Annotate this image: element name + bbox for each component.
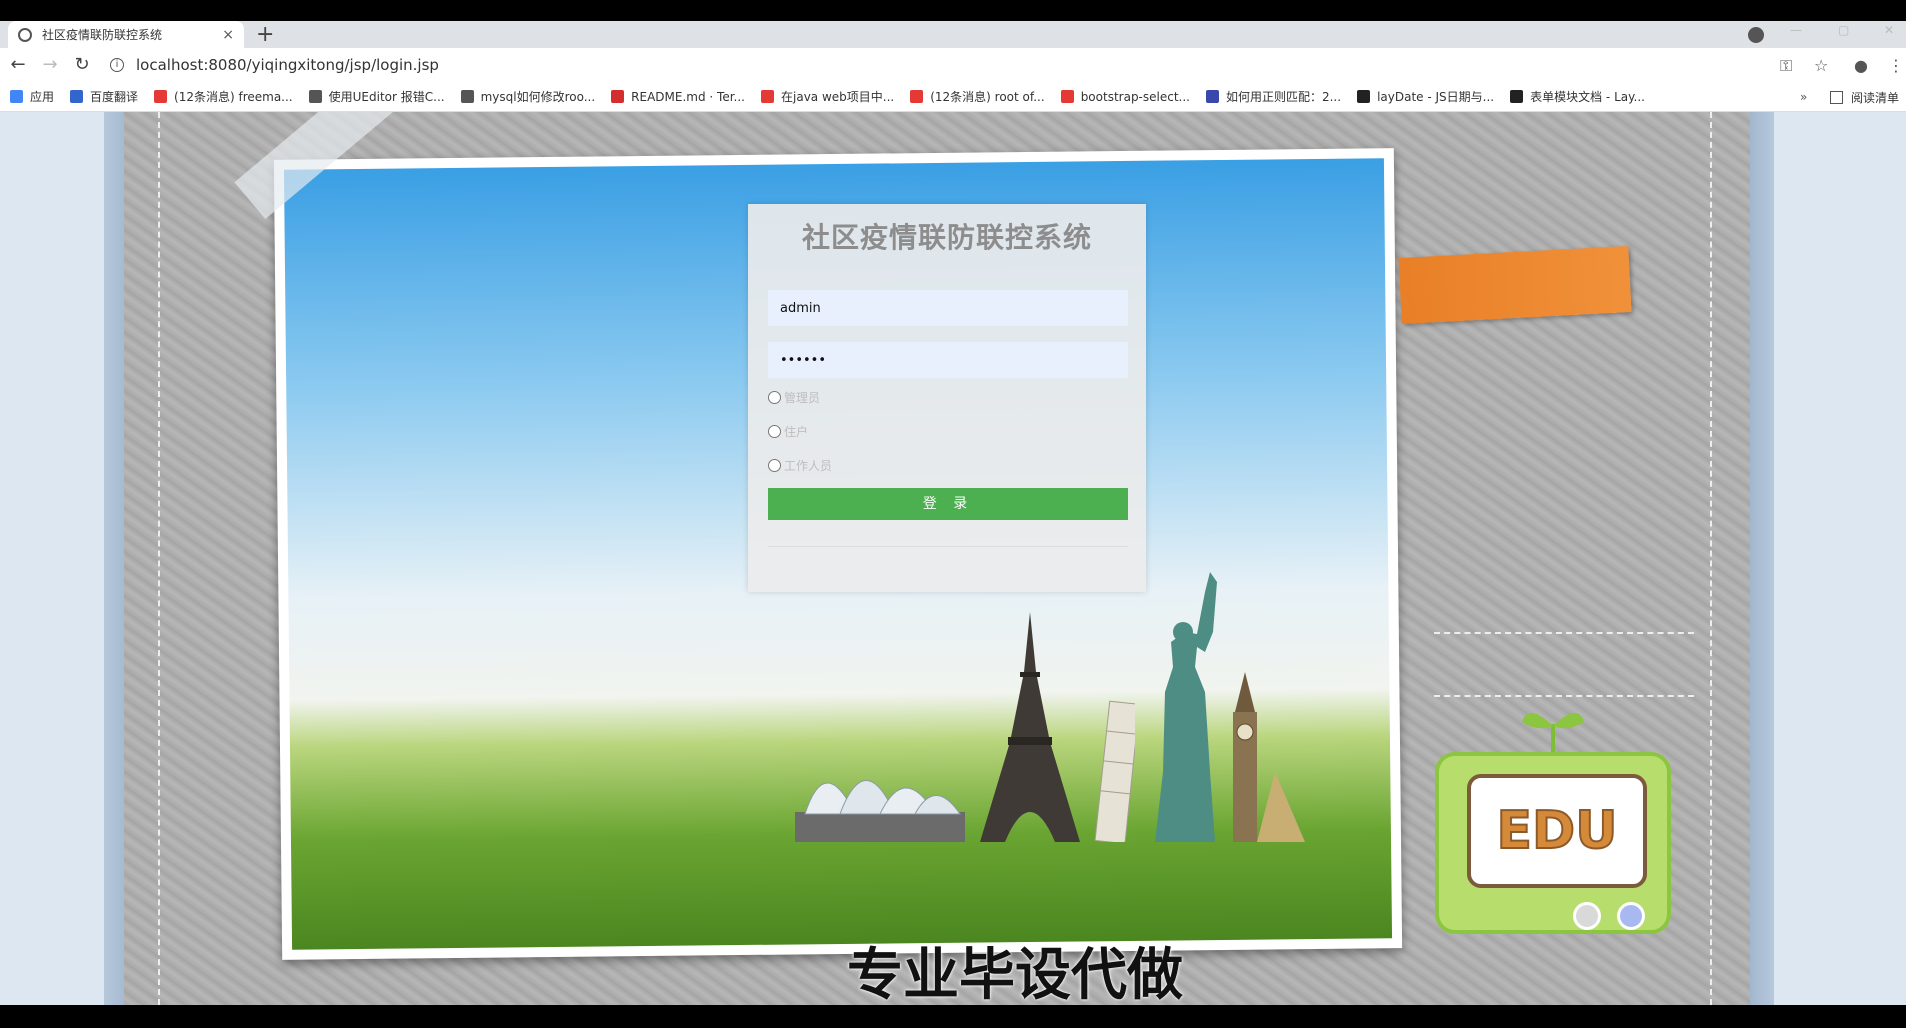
dashed-line bbox=[1434, 695, 1694, 697]
back-icon[interactable]: ← bbox=[6, 53, 30, 77]
landmarks-illustration bbox=[795, 572, 1345, 872]
bookmark-item[interactable]: 表单模块文档 - Lay... bbox=[1510, 88, 1645, 105]
apps-grid-icon bbox=[10, 90, 23, 103]
edu-logo: EDU bbox=[1467, 774, 1647, 888]
new-tab-button[interactable]: + bbox=[256, 21, 274, 48]
sprout-icon bbox=[1522, 712, 1584, 752]
menu-icon[interactable]: ⋮ bbox=[1888, 56, 1904, 75]
browser-toolbar: ← → ↻ i localhost:8080/yiqingxitong/jsp/… bbox=[0, 48, 1906, 82]
bookmark-label: 使用UEditor 报错C... bbox=[328, 90, 445, 104]
bookmark-label: 百度翻译 bbox=[90, 90, 139, 104]
bookmark-label: 应用 bbox=[30, 90, 55, 104]
pisa-tower-icon bbox=[1094, 700, 1135, 842]
dashed-line bbox=[1434, 632, 1694, 634]
role-label: 住户 bbox=[784, 425, 809, 439]
screen-top-bar bbox=[0, 0, 1906, 21]
bookmark-label: 如何用正则匹配：2... bbox=[1225, 90, 1342, 104]
reload-icon[interactable]: ↻ bbox=[70, 53, 94, 77]
more-bookmarks-icon[interactable]: » bbox=[1800, 90, 1807, 104]
bookmark-item[interactable]: (12条消息) root of... bbox=[910, 88, 1045, 105]
bookmark-label: mysql如何修改roo... bbox=[480, 90, 596, 104]
stitch-line bbox=[158, 112, 160, 1005]
bookmark-label: (12条消息) freema... bbox=[174, 90, 293, 104]
bookmark-item[interactable]: README.md · Ter... bbox=[611, 90, 745, 104]
reading-list-button[interactable]: 阅读清单 bbox=[1830, 89, 1899, 106]
edu-tv-illustration: EDU bbox=[1435, 752, 1671, 934]
login-button[interactable]: 登 录 bbox=[768, 488, 1128, 520]
bookmark-label: 表单模块文档 - Lay... bbox=[1530, 90, 1645, 104]
bookmark-favicon-icon bbox=[910, 90, 924, 103]
address-bar[interactable]: i localhost:8080/yiqingxitong/jsp/login.… bbox=[110, 51, 1760, 79]
bookmark-label: (12条消息) root of... bbox=[930, 90, 1045, 104]
bookmark-favicon-icon bbox=[1357, 90, 1371, 103]
radio-icon[interactable] bbox=[768, 425, 781, 438]
bookmark-item[interactable]: mysql如何修改roo... bbox=[460, 88, 596, 105]
globe-icon bbox=[18, 27, 32, 42]
reading-list-icon bbox=[1830, 91, 1843, 104]
role-radio-admin[interactable]: 管理员 bbox=[768, 389, 820, 406]
role-radio-resident[interactable]: 住户 bbox=[768, 423, 808, 440]
bookmark-favicon-icon bbox=[70, 90, 84, 103]
tv-knob-icon bbox=[1617, 902, 1645, 930]
frame-right bbox=[1750, 112, 1774, 1005]
role-radio-staff[interactable]: 工作人员 bbox=[768, 457, 832, 474]
password-input[interactable] bbox=[768, 342, 1128, 378]
bookmark-label: bootstrap-select... bbox=[1080, 89, 1190, 104]
login-card: 社区疫情联防联控系统 管理员 住户 工作人员 登 录 bbox=[748, 204, 1146, 592]
role-label: 工作人员 bbox=[784, 459, 833, 473]
bookmark-favicon-icon bbox=[1205, 90, 1219, 103]
stitch-line bbox=[1710, 112, 1712, 1005]
radio-icon[interactable] bbox=[768, 459, 781, 472]
eiffel-tower-icon bbox=[980, 612, 1080, 842]
bookmark-favicon-icon bbox=[308, 90, 322, 103]
bookmarks-bar: 应用 百度翻译 (12条消息) freema... 使用UEditor 报错C... m… bbox=[0, 82, 1906, 112]
bookmark-favicon-icon bbox=[1060, 90, 1074, 103]
minimize-icon[interactable]: — bbox=[1790, 23, 1802, 37]
tab-close-button[interactable]: × bbox=[222, 27, 234, 43]
radio-icon[interactable] bbox=[768, 391, 781, 404]
opera-house-icon bbox=[795, 780, 965, 842]
maximize-icon[interactable]: ▢ bbox=[1838, 23, 1849, 37]
forward-icon[interactable]: → bbox=[38, 53, 62, 77]
bookmark-label: 在java web项目中... bbox=[781, 90, 895, 104]
key-icon[interactable]: ⚿ bbox=[1780, 56, 1792, 76]
bookmark-item[interactable]: 如何用正则匹配：2... bbox=[1205, 88, 1342, 105]
bookmark-item[interactable]: 在java web项目中... bbox=[761, 88, 894, 105]
star-icon[interactable]: ☆ bbox=[1814, 56, 1828, 75]
bookmark-favicon-icon bbox=[154, 90, 168, 103]
bookmark-favicon-icon bbox=[460, 90, 474, 103]
login-title: 社区疫情联防联控系统 bbox=[801, 221, 1092, 254]
profile-icon[interactable] bbox=[1748, 27, 1764, 43]
orange-tag-decoration bbox=[1398, 246, 1632, 324]
close-window-icon[interactable]: ✕ bbox=[1884, 23, 1894, 37]
bookmark-item[interactable]: bootstrap-select... bbox=[1060, 89, 1190, 104]
page-viewport: EDU 社区疫情联防联控系统 管理员 住户 工作人员 登 录 专业毕设代做 bbox=[0, 112, 1906, 1005]
bookmark-item[interactable]: (12条消息) freema... bbox=[154, 88, 293, 105]
divider bbox=[768, 546, 1128, 547]
tv-knob-icon bbox=[1573, 902, 1601, 930]
username-input[interactable] bbox=[768, 290, 1128, 326]
bookmark-favicon-icon bbox=[1510, 90, 1524, 103]
bookmark-item[interactable]: 应用 bbox=[10, 88, 54, 105]
bookmark-favicon-icon bbox=[611, 90, 625, 103]
bookmark-favicon-icon bbox=[761, 90, 774, 103]
video-caption: 专业毕设代做 bbox=[847, 943, 1183, 1005]
url-text: localhost:8080/yiqingxitong/jsp/login.js… bbox=[136, 56, 439, 74]
bookmark-item[interactable]: 百度翻译 bbox=[70, 88, 138, 105]
site-info-icon[interactable]: i bbox=[110, 58, 124, 72]
bookmark-item[interactable]: layDate - JS日期与... bbox=[1357, 88, 1494, 105]
role-label: 管理员 bbox=[784, 391, 821, 405]
bookmark-label: README.md · Ter... bbox=[631, 89, 745, 104]
tab-title: 社区疫情联防联控系统 bbox=[42, 28, 163, 42]
browser-tab[interactable]: 社区疫情联防联控系统 × bbox=[8, 21, 244, 48]
reading-list-label: 阅读清单 bbox=[1851, 91, 1900, 105]
bookmark-item[interactable]: 使用UEditor 报错C... bbox=[308, 88, 445, 105]
bookmark-label: layDate - JS日期与... bbox=[1377, 90, 1495, 104]
tab-strip: 社区疫情联防联控系统 × + — ▢ ✕ bbox=[0, 21, 1906, 48]
big-ben-icon bbox=[1233, 672, 1305, 842]
account-icon[interactable]: ● bbox=[1854, 56, 1868, 75]
